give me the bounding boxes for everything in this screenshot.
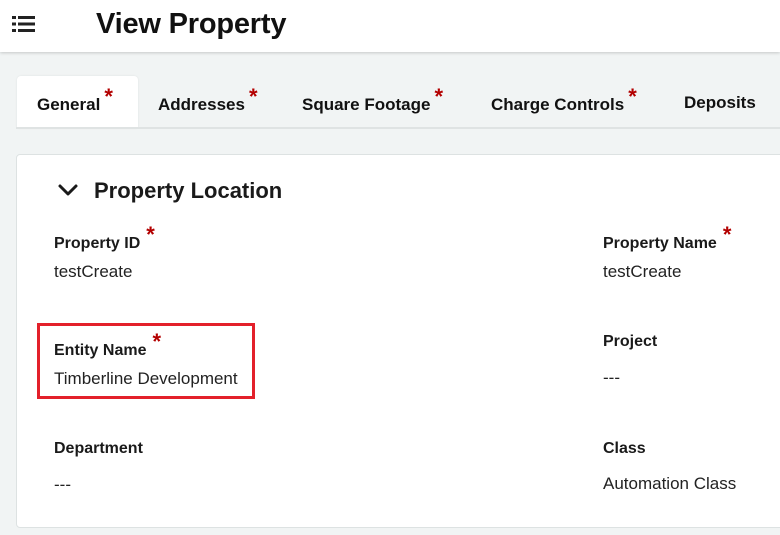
tab-square-footage[interactable]: Square Footage * [302,76,443,128]
label-text: Property Name [603,235,717,252]
tab-addresses[interactable]: Addresses * [158,76,258,128]
project-value: --- [603,368,620,387]
required-marker: * [146,222,155,247]
class-label: Class [603,440,646,458]
tab-deposits[interactable]: Deposits [684,76,756,128]
required-marker: * [628,84,637,109]
property-name-label: Property Name * [603,222,731,254]
section-title: Property Location [94,178,283,203]
label-text: Property ID [54,235,141,252]
tab-label: Deposits [684,93,756,112]
label-text: Class [603,440,646,457]
property-id-label: Property ID * [54,222,155,254]
chevron-down-icon[interactable] [56,178,80,202]
department-label: Department [54,440,143,458]
class-value: Automation Class [603,474,737,493]
tab-label: General [37,95,101,114]
property-name-value: testCreate [603,262,682,281]
tab-label: Square Footage [302,95,431,114]
required-marker: * [104,84,113,109]
property-id-value: testCreate [54,262,133,281]
page-title: View Property [96,8,287,40]
tab-bar: General * Addresses * Square Footage * Char… [0,76,780,130]
label-text: Project [603,333,658,350]
tab-general[interactable]: General * [17,76,138,129]
label-text: Department [54,440,143,457]
required-marker: * [434,84,444,109]
tab-label: Addresses [158,95,245,114]
tab-charge-controls[interactable]: Charge Controls * [491,76,637,128]
department-value: --- [54,475,71,494]
required-marker: * [722,222,732,247]
app-header: View Property [0,0,780,52]
list-menu-icon[interactable] [12,14,36,34]
highlight-box [37,323,255,399]
tab-divider [16,127,780,129]
required-marker: * [248,84,258,109]
tab-label: Charge Controls [491,95,625,114]
project-label: Project [603,333,657,351]
